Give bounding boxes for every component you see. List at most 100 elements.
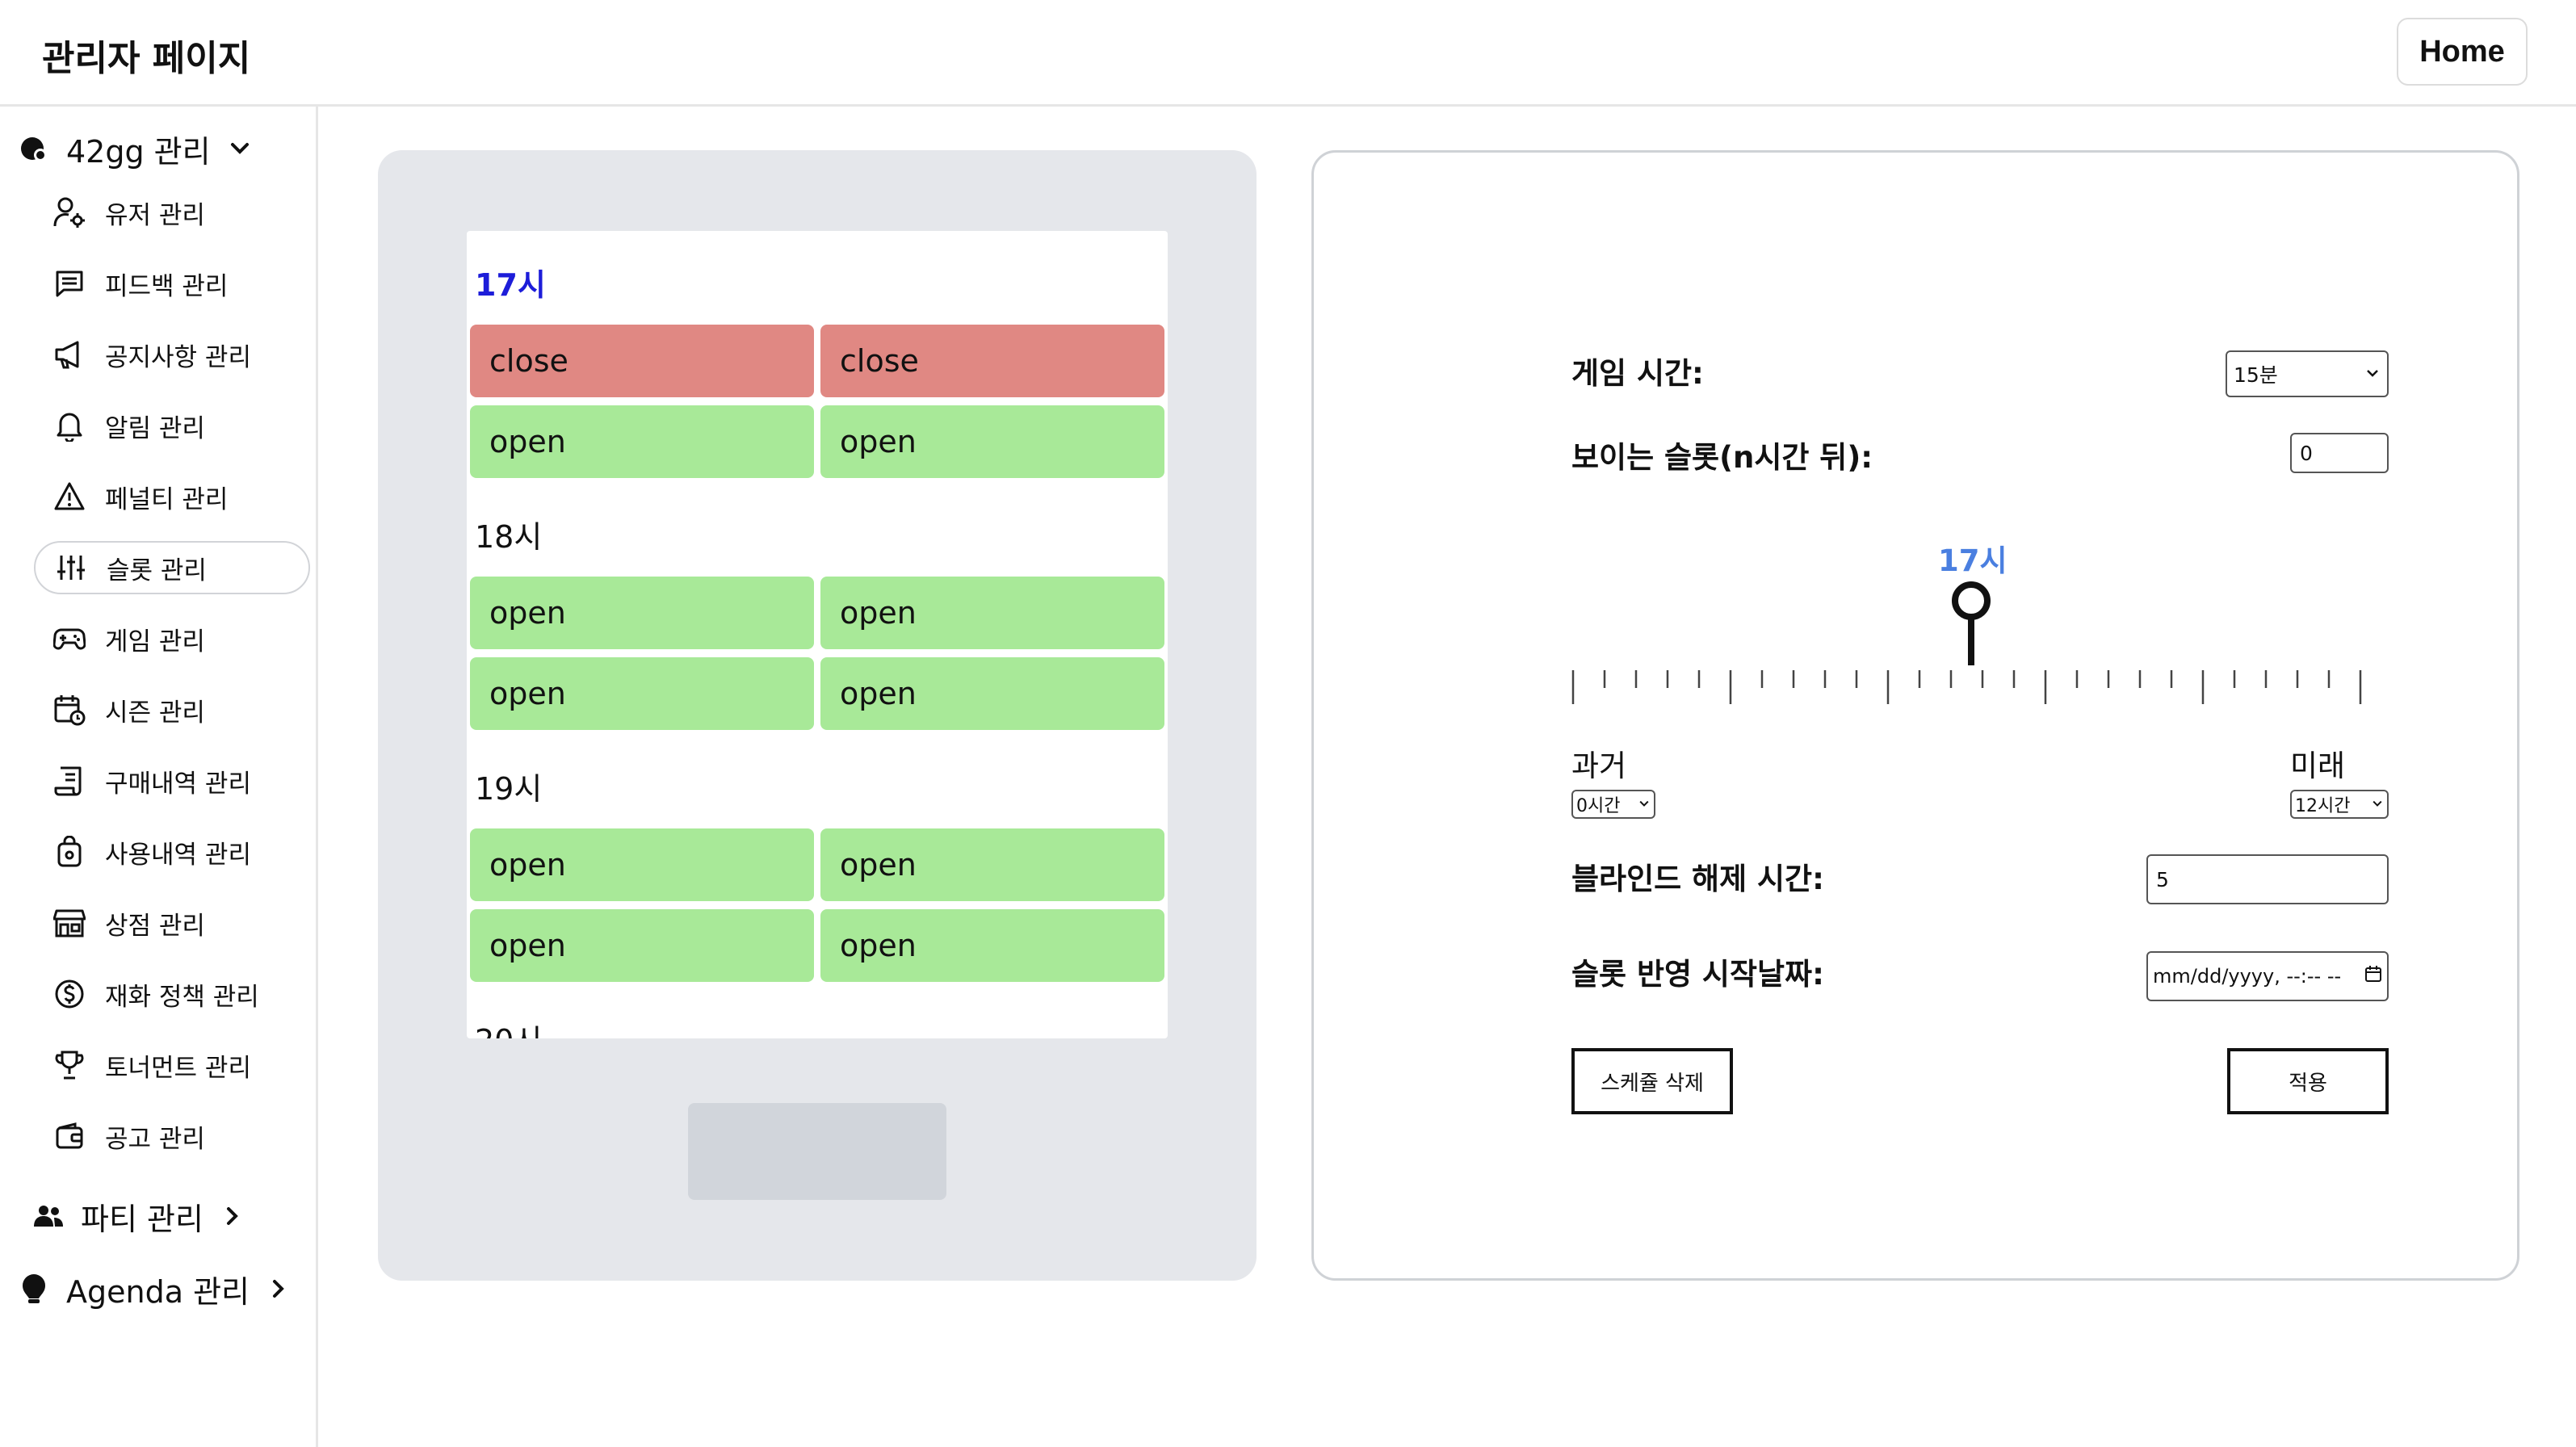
agenda-icon (18, 1273, 50, 1305)
sidebar-section-42gg[interactable]: 42gg 관리 (18, 124, 251, 173)
timeline-ruler-ticks (1571, 581, 2362, 704)
timeline-marker-label: 17시 (1938, 543, 2008, 578)
start-date-placeholder: mm/dd/yyyy, --:-- -- (2153, 965, 2342, 988)
sidebar-item-label: 사용내역 관리 (105, 840, 251, 870)
sidebar-section-label: 42gg 관리 (66, 133, 211, 170)
future-value: 12시간 (2295, 796, 2351, 816)
store-icon (52, 905, 87, 941)
chevron-right-icon (221, 1205, 244, 1227)
hour-label: 17시 (475, 267, 546, 303)
slot-preview-list[interactable]: 17시 close close open open 18시 open open … (467, 231, 1168, 1038)
sidebar-item-currency[interactable]: 재화 정책 관리 (34, 967, 310, 1021)
sidebar-item-label: 게임 관리 (105, 627, 205, 656)
visible-slot-input[interactable]: 0 (2290, 433, 2389, 473)
slot-cell[interactable]: close (470, 325, 814, 397)
sidebar-item-notice[interactable]: 공지사항 관리 (34, 328, 310, 381)
sidebar-section-agenda[interactable]: Agenda 관리 (18, 1265, 290, 1313)
hour-label: 19시 (475, 771, 543, 807)
past-select[interactable]: 0시간 (1571, 790, 1655, 819)
apply-button[interactable]: 적용 (2227, 1048, 2389, 1114)
sidebar-item-game[interactable]: 게임 관리 (34, 612, 310, 665)
sidebar-item-label: 재화 정책 관리 (105, 982, 259, 1012)
timeline-handle-icon[interactable] (1952, 581, 1991, 665)
gg-logo-icon (18, 132, 50, 165)
slot-cell[interactable]: open (470, 657, 814, 730)
sidebar-item-alarm[interactable]: 알림 관리 (34, 399, 310, 452)
game-time-select[interactable]: 15분 (2226, 350, 2389, 397)
users-icon (32, 1200, 65, 1232)
sliders-icon (53, 550, 89, 585)
slot-cell[interactable]: open (820, 909, 1164, 982)
chat-lines-icon (52, 266, 87, 301)
slot-cell[interactable]: open (470, 405, 814, 478)
calendar-clock-icon (52, 692, 87, 728)
sidebar-item-label: 공지사항 관리 (105, 342, 251, 372)
sidebar-item-purchase[interactable]: 구매내역 관리 (34, 754, 310, 807)
dollar-icon (52, 976, 87, 1012)
game-time-label: 게임 시간: (1571, 356, 1704, 391)
sidebar-item-label: 구매내역 관리 (105, 769, 251, 799)
sidebar-item-recruit[interactable]: 공고 관리 (34, 1109, 310, 1163)
app-header: 관리자 페이지 Home (0, 0, 2576, 107)
sidebar: 42gg 관리 유저 관리 피드백 관리 공지사항 관리 알림 관리 페널티 관… (0, 107, 318, 1447)
blind-time-label: 블라인드 해제 시간: (1571, 862, 1824, 896)
sidebar-item-label: 상점 관리 (105, 911, 205, 941)
slot-cell[interactable]: open (470, 909, 814, 982)
bell-icon (52, 408, 87, 443)
sidebar-item-label: 피드백 관리 (105, 271, 229, 301)
home-button[interactable]: Home (2397, 18, 2528, 86)
sidebar-item-usage[interactable]: 사용내역 관리 (34, 825, 310, 879)
future-select[interactable]: 12시간 (2290, 790, 2389, 819)
blind-time-input[interactable]: 5 (2146, 854, 2389, 904)
timeline-ruler[interactable] (1567, 575, 2382, 712)
sidebar-section-label: Agenda 관리 (66, 1273, 250, 1310)
sidebar-item-label: 공고 관리 (105, 1124, 205, 1154)
wallet-icon (52, 1118, 87, 1154)
sidebar-item-slot[interactable]: 슬롯 관리 (34, 541, 310, 594)
sidebar-item-season[interactable]: 시즌 관리 (34, 683, 310, 736)
megaphone-icon (52, 337, 87, 372)
sidebar-item-label: 시즌 관리 (105, 698, 205, 728)
receipt-icon (52, 763, 87, 799)
slot-cell[interactable]: close (820, 325, 1164, 397)
slot-cell[interactable]: open (820, 828, 1164, 901)
visible-slot-label: 보이는 슬롯(n시간 뒤): (1571, 440, 1873, 475)
slot-cell[interactable]: open (470, 577, 814, 649)
sidebar-item-label: 슬롯 관리 (107, 556, 207, 585)
delete-schedule-button[interactable]: 스케쥴 삭제 (1571, 1048, 1733, 1114)
sidebar-item-store[interactable]: 상점 관리 (34, 896, 310, 950)
sidebar-section-party[interactable]: 파티 관리 (32, 1192, 244, 1240)
user-gear-icon (52, 195, 87, 230)
gamepad-icon (52, 621, 87, 656)
warning-icon (52, 479, 87, 514)
sidebar-item-feedback[interactable]: 피드백 관리 (34, 257, 310, 310)
slot-cell[interactable]: open (820, 405, 1164, 478)
slot-cell[interactable]: open (820, 657, 1164, 730)
sidebar-section-label: 파티 관리 (81, 1201, 203, 1237)
sidebar-item-label: 토너먼트 관리 (105, 1053, 251, 1083)
sidebar-item-label: 페널티 관리 (105, 484, 229, 514)
future-label: 미래 (2290, 749, 2346, 783)
hour-label: 18시 (475, 519, 543, 555)
preview-action-button[interactable] (688, 1103, 946, 1200)
past-value: 0시간 (1576, 796, 1621, 816)
chevron-down-icon (229, 137, 251, 160)
start-date-input[interactable]: mm/dd/yyyy, --:-- -- (2146, 951, 2389, 1001)
slot-cell[interactable]: open (470, 828, 814, 901)
trophy-icon (52, 1047, 87, 1083)
sidebar-item-label: 알림 관리 (105, 413, 205, 443)
slot-cell[interactable]: open (820, 577, 1164, 649)
hour-label: 20시 (475, 1016, 542, 1038)
chevron-down-icon (2371, 795, 2384, 815)
bag-icon (52, 834, 87, 870)
chevron-down-icon (1638, 795, 1651, 815)
sidebar-item-tournament[interactable]: 토너먼트 관리 (34, 1038, 310, 1092)
chevron-right-icon (267, 1277, 290, 1300)
sidebar-item-label: 유저 관리 (105, 200, 205, 230)
start-date-label: 슬롯 반영 시작날짜: (1571, 957, 1824, 992)
calendar-icon (2364, 965, 2382, 988)
past-label: 과거 (1571, 749, 1627, 783)
sidebar-item-penalty[interactable]: 페널티 관리 (34, 470, 310, 523)
sidebar-item-users[interactable]: 유저 관리 (34, 186, 310, 239)
page-title: 관리자 페이지 (42, 38, 251, 79)
